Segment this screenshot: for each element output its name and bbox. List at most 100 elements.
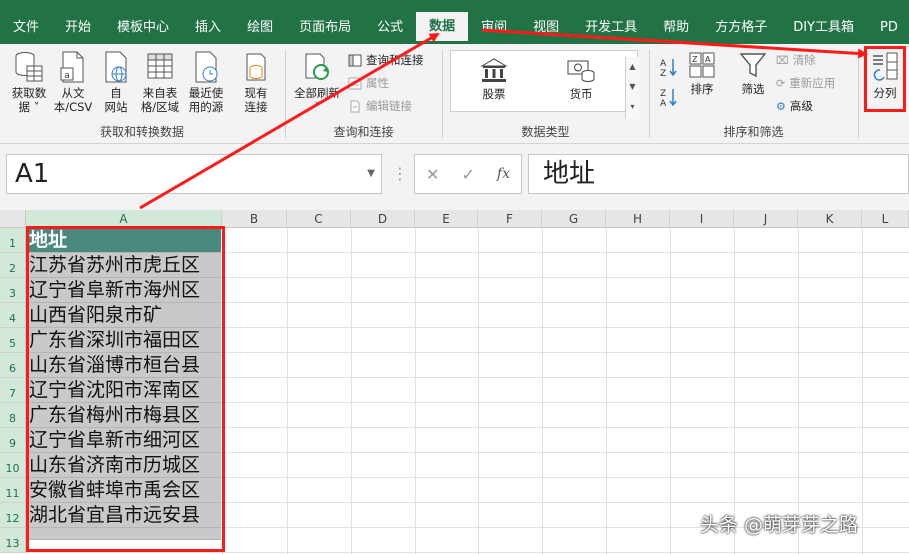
formula-bar-resize-handle[interactable]: ⋮	[392, 164, 408, 183]
cell-column-a[interactable]: 广东省梅州市梅县区	[26, 403, 221, 428]
tab-1[interactable]: 开始	[52, 12, 104, 44]
tab-9[interactable]: 视图	[520, 12, 572, 44]
tab-2[interactable]: 模板中心	[104, 12, 182, 44]
row-header[interactable]: 10	[0, 453, 26, 478]
tab-6[interactable]: 公式	[364, 12, 416, 44]
existing-connections-button[interactable]: 现有 连接	[236, 50, 276, 114]
cell-column-a[interactable]: 辽宁省沈阳市浑南区	[26, 378, 221, 403]
cancel-entry-icon[interactable]: ✕	[426, 165, 439, 184]
gallery-up-icon[interactable]: ▲	[626, 57, 639, 77]
cell-column-a[interactable]: 山东省淄博市桓台县	[26, 353, 221, 378]
queries-connections-button[interactable]: 查询和连接	[348, 52, 424, 68]
column-header-C[interactable]: C	[287, 210, 351, 228]
bank-building-icon	[480, 58, 508, 82]
column-header-E[interactable]: E	[415, 210, 478, 228]
tab-3[interactable]: 插入	[182, 12, 234, 44]
confirm-entry-icon[interactable]: ✓	[461, 165, 474, 184]
row-header[interactable]: 3	[0, 278, 26, 303]
database-table-icon	[15, 52, 43, 82]
gallery-scroll[interactable]: ▲ ▼ ▾	[625, 57, 639, 119]
column-header-G[interactable]: G	[542, 210, 606, 228]
properties-button[interactable]: 属性	[348, 75, 389, 91]
row-header[interactable]: 8	[0, 403, 26, 428]
text-to-columns-icon	[873, 52, 898, 81]
insert-function-icon[interactable]: fx	[497, 166, 510, 182]
name-box-value: A1	[15, 159, 50, 189]
formula-controls: ✕ ✓ fx	[414, 154, 522, 194]
from-web-label-1: 自	[110, 86, 122, 100]
tab-4[interactable]: 绘图	[234, 12, 286, 44]
tab-11[interactable]: 帮助	[650, 12, 702, 44]
select-all-corner[interactable]	[0, 210, 26, 228]
advanced-filter-button[interactable]: ⚙ 高级	[776, 98, 813, 114]
name-box[interactable]: A1 ▼	[6, 154, 382, 194]
sort-az-button[interactable]: A Z	[658, 56, 680, 78]
worksheet-grid[interactable]: A B C D E F G H I J K L 1 地址 2 江苏省苏州市虎丘区 3 辽宁省阜新市海州区 4 山西省阳…	[0, 210, 909, 554]
cell-column-a[interactable]: 广东省深圳市福田区	[26, 328, 221, 353]
row-header[interactable]: 6	[0, 353, 26, 378]
recent-sources-button[interactable]: 最近使 用的源	[184, 50, 228, 114]
reapply-button[interactable]: ⟳ 重新应用	[776, 75, 835, 91]
cell-column-a[interactable]: 安徽省蚌埠市禹会区	[26, 478, 221, 503]
row-header[interactable]: 5	[0, 328, 26, 353]
row-header[interactable]: 4	[0, 303, 26, 328]
tab-10[interactable]: 开发工具	[572, 12, 650, 44]
tab-7[interactable]: 数据	[416, 12, 469, 44]
column-header-J[interactable]: J	[734, 210, 798, 228]
cell-column-a[interactable]: 山东省济南市历城区	[26, 453, 221, 478]
row-header[interactable]: 12	[0, 503, 26, 528]
title-bar	[0, 0, 909, 12]
currency-button[interactable]: 货币	[546, 57, 616, 102]
get-data-button[interactable]: 获取数 据 ˅	[8, 50, 50, 114]
tab-0[interactable]: 文件	[0, 12, 52, 44]
from-table-range-button[interactable]: 来自表 格/区域	[138, 50, 182, 114]
cell-column-a[interactable]: 辽宁省阜新市细河区	[26, 428, 221, 453]
cell-column-a[interactable]: 湖北省宜昌市远安县	[26, 503, 221, 528]
tab-12[interactable]: 方方格子	[702, 12, 780, 44]
tab-14[interactable]: PD	[867, 12, 909, 44]
ribbon-tabs: 文件 开始 模板中心 插入 绘图 页面布局 公式 数据 审阅 视图 开发工具 帮助 方方格子 DIY工具箱…	[0, 12, 909, 44]
cell-column-a[interactable]	[26, 528, 221, 540]
group-label-sort-filter: 排序和筛选	[723, 125, 784, 139]
cell-column-a[interactable]: 山西省阳泉市矿	[26, 303, 221, 328]
column-header-F[interactable]: F	[478, 210, 542, 228]
ribbon: 获取数 据 ˅ a 从文 本/CSV 自 网站 来自表 格/区域 最近使 用的源…	[0, 44, 909, 144]
name-box-dropdown-icon[interactable]: ▼	[367, 155, 375, 193]
formula-input[interactable]: 地址	[528, 154, 909, 194]
sort-za-button[interactable]: Z A	[658, 86, 680, 108]
from-web-button[interactable]: 自 网站	[98, 50, 134, 114]
filter-button[interactable]: 筛选	[736, 50, 770, 96]
column-header-A[interactable]: A	[26, 210, 222, 228]
column-header-K[interactable]: K	[798, 210, 862, 228]
column-header-H[interactable]: H	[606, 210, 670, 228]
cell-column-a[interactable]: 江苏省苏州市虎丘区	[26, 253, 221, 278]
row-header[interactable]: 13	[0, 528, 26, 553]
tab-8[interactable]: 审阅	[468, 12, 520, 44]
refresh-all-button[interactable]: 全部刷新 ˅	[292, 50, 342, 114]
row-header[interactable]: 11	[0, 478, 26, 503]
text-to-columns-button[interactable]: 分列	[866, 50, 904, 100]
svg-text:A: A	[660, 99, 667, 108]
column-header-I[interactable]: I	[670, 210, 734, 228]
gridline-horizontal	[26, 552, 909, 553]
from-text-csv-button[interactable]: a 从文 本/CSV	[52, 50, 94, 114]
clear-filter-button[interactable]: ⌧ 清除	[776, 52, 816, 68]
row-header[interactable]: 2	[0, 253, 26, 278]
cell-column-a[interactable]: 辽宁省阜新市海州区	[26, 278, 221, 303]
sort-az-icon: A Z	[660, 59, 677, 78]
row-header[interactable]: 9	[0, 428, 26, 453]
tab-13[interactable]: DIY工具箱	[780, 12, 867, 44]
column-header-B[interactable]: B	[222, 210, 287, 228]
gallery-down-icon[interactable]: ▼	[626, 77, 639, 97]
stocks-button[interactable]: 股票	[459, 57, 529, 102]
column-header-L[interactable]: L	[862, 210, 909, 228]
gallery-more-icon[interactable]: ▾	[626, 97, 639, 117]
column-header-D[interactable]: D	[351, 210, 415, 228]
cell-a1-header[interactable]: 地址	[26, 228, 221, 253]
queries-connections-label: 查询和连接	[366, 53, 424, 67]
sort-button[interactable]: Z A 排序	[684, 50, 720, 96]
row-header[interactable]: 7	[0, 378, 26, 403]
tab-5[interactable]: 页面布局	[286, 12, 364, 44]
edit-links-button[interactable]: 编辑链接	[348, 98, 412, 114]
row-header[interactable]: 1	[0, 228, 26, 253]
